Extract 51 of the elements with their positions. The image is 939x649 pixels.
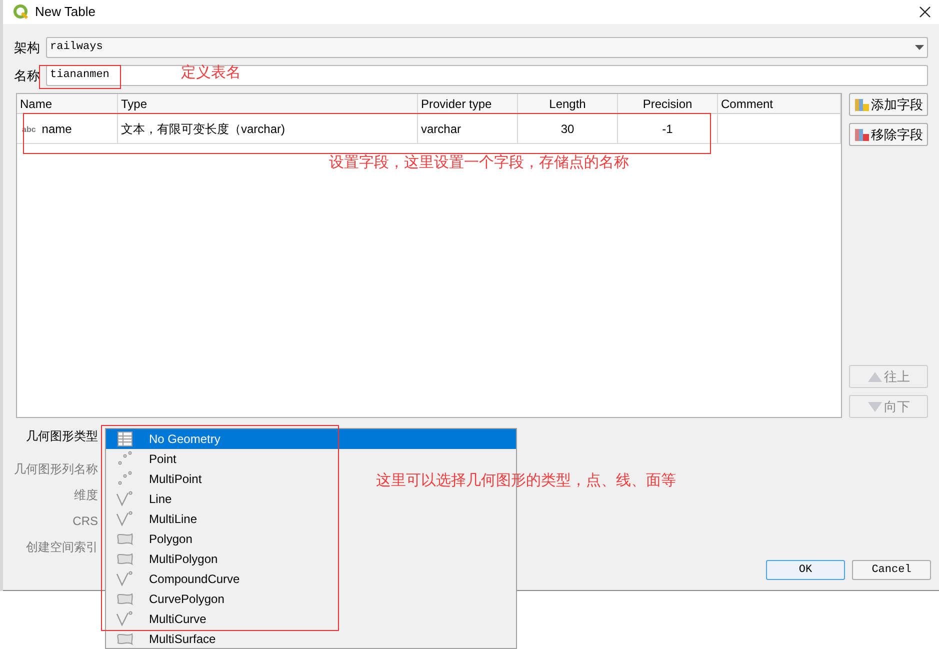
- geometry-type-option[interactable]: MultiLine: [106, 509, 200, 529]
- geometry-type-option[interactable]: MultiSurface: [106, 629, 218, 649]
- geometry-type-option[interactable]: MultiPolygon: [106, 549, 220, 569]
- table-cell-text: -1: [662, 120, 673, 138]
- polyline-icon: [116, 570, 134, 588]
- table-columns-icon: [854, 96, 870, 112]
- geometry-type-option[interactable]: Polygon: [106, 529, 194, 549]
- polygon-icon: [116, 530, 134, 548]
- column-header[interactable]: Length: [518, 94, 618, 113]
- close-icon[interactable]: [919, 6, 931, 18]
- table-columns-icon: [854, 126, 870, 142]
- polygon-icon: [116, 550, 134, 568]
- field-label: 维度: [74, 487, 98, 504]
- window-title: New Table: [35, 3, 96, 22]
- annotation-note: 定义表名: [181, 63, 241, 83]
- table-cell-text: 30: [560, 120, 574, 138]
- cancel-button[interactable]: Cancel: [852, 560, 931, 580]
- field-add-button[interactable]: 添加字段: [849, 93, 928, 116]
- geometry-type-option[interactable]: MultiCurve: [106, 609, 208, 629]
- column-header[interactable]: Provider type: [418, 94, 518, 113]
- table-icon: [116, 430, 134, 448]
- field-label: CRS: [72, 513, 98, 530]
- app-logo-icon: [13, 4, 29, 20]
- field-label: 架构: [14, 38, 41, 57]
- field-label: 创建空间索引: [26, 539, 98, 556]
- column-header[interactable]: Name: [17, 94, 118, 113]
- dropdown-arrow-icon: [915, 45, 924, 50]
- geometry-type-option[interactable]: CompoundCurve: [106, 569, 242, 589]
- annotation-note: 设置字段，这里设置一个字段，存储点的名称: [329, 153, 629, 173]
- polygon-icon: [116, 590, 134, 608]
- geometry-type-option[interactable]: No Geometry: [106, 429, 516, 449]
- column-header[interactable]: Comment: [718, 94, 841, 113]
- field-label: 几何图形类型: [26, 428, 98, 445]
- polyline-icon: [116, 510, 134, 528]
- column-header[interactable]: Precision: [618, 94, 718, 113]
- geometry-type-option[interactable]: MultiPoint: [106, 469, 204, 489]
- field-remove-button[interactable]: 移除字段: [849, 123, 928, 146]
- field-label: 名称: [14, 66, 41, 85]
- table-cell-text: varchar: [421, 120, 462, 138]
- geometry-type-option[interactable]: CurvePolygon: [106, 589, 226, 609]
- polyline-icon: [116, 490, 134, 508]
- schema-dropdown[interactable]: railways: [46, 37, 928, 58]
- polyline-icon: [116, 610, 134, 628]
- field-label: 几何图形列名称: [14, 461, 98, 478]
- geometry-type-option[interactable]: Line: [106, 489, 174, 509]
- ok-button[interactable]: OK: [766, 560, 845, 580]
- geometry-type-option[interactable]: Point: [106, 449, 178, 469]
- table-cell-text: 文本，有限可变长度（varchar): [121, 120, 286, 138]
- annotation-note: 这里可以选择几何图形的类型，点、线、面等: [376, 471, 676, 491]
- column-header[interactable]: Type: [118, 94, 418, 113]
- table-cell-text: name: [42, 120, 72, 138]
